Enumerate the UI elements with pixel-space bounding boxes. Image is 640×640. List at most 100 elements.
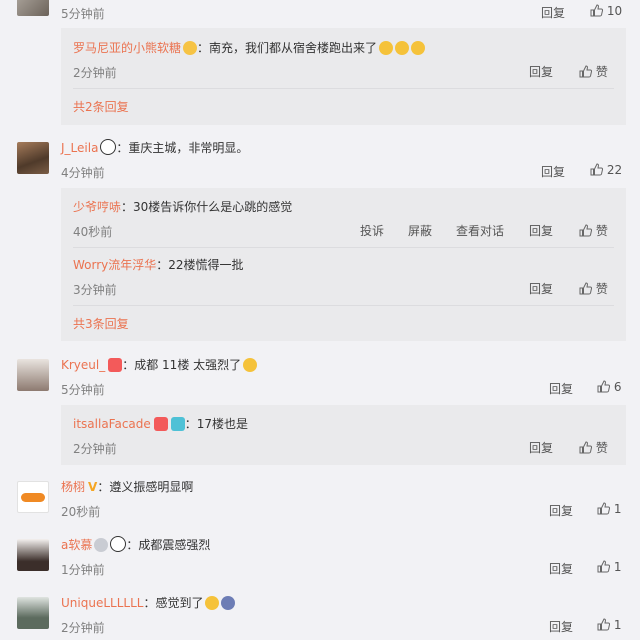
- thumbs-up-icon: [597, 618, 610, 631]
- laughing-emoji-icon: [243, 358, 258, 372]
- avatar[interactable]: [17, 359, 49, 391]
- reply-item: 罗马尼亚的小熊软糖 ：南充，我们都从宿舍楼跑出来了: [73, 39, 426, 56]
- comment-text: ：遵义振感明显啊: [97, 480, 194, 494]
- comment-content: UniqueLLLLLL：感觉到了: [61, 594, 236, 611]
- reply-button[interactable]: 回复: [541, 163, 565, 180]
- like-button[interactable]: 6: [597, 380, 621, 394]
- thumbs-up-icon: [597, 380, 610, 393]
- divider: [73, 305, 614, 306]
- reply-text: ：17楼也是: [184, 417, 249, 431]
- thumbs-up-icon: [590, 4, 603, 17]
- comment-time: 20秒前: [61, 505, 101, 519]
- panda-emoji-icon: [110, 536, 127, 552]
- reply-time: 40秒前: [73, 225, 113, 239]
- thumbs-up-icon: [579, 282, 592, 295]
- reply-time: 2分钟前: [73, 442, 117, 456]
- like-count: 1: [613, 560, 622, 574]
- divider: [73, 247, 614, 248]
- like-button[interactable]: 1: [597, 560, 621, 574]
- medal-icon: [94, 538, 109, 552]
- avatar[interactable]: [17, 597, 49, 629]
- comment-time: 4分钟前: [61, 166, 105, 180]
- avatar[interactable]: [17, 0, 49, 16]
- reply-username[interactable]: 少爷哼哧: [73, 200, 121, 214]
- reply-button[interactable]: 回复: [529, 63, 553, 80]
- comment-time: 5分钟前: [61, 7, 105, 21]
- reply-time: 2分钟前: [73, 66, 117, 80]
- avatar[interactable]: [17, 481, 49, 513]
- comment-content: 杨栩 V：遵义振感明显啊: [61, 478, 193, 495]
- like-button[interactable]: 赞: [579, 63, 608, 80]
- comment-time: 5分钟前: [61, 383, 105, 397]
- comment-username[interactable]: UniqueLLLLLL: [61, 596, 143, 610]
- comment-username[interactable]: J_Leila: [61, 141, 98, 155]
- reply-username[interactable]: itsallaFacade: [73, 417, 151, 431]
- crying-emoji-icon: [379, 41, 394, 55]
- reply-box: [61, 405, 626, 465]
- reply-button[interactable]: 回复: [549, 502, 573, 519]
- comment-username[interactable]: Kryeul_: [61, 358, 105, 372]
- like-button[interactable]: 赞: [579, 280, 608, 297]
- like-button[interactable]: 22: [590, 163, 622, 177]
- comment-content: J_Leila ：重庆主城，非常明显。: [61, 139, 248, 156]
- view-conversation-button[interactable]: 查看对话: [456, 222, 504, 239]
- like-button[interactable]: 赞: [579, 439, 608, 456]
- like-button[interactable]: 1: [597, 502, 621, 516]
- reply-item: itsallaFacade ：17楼也是: [73, 415, 248, 432]
- reply-text: ：30楼告诉你什么是心跳的感觉: [121, 200, 293, 214]
- like-button[interactable]: 10: [590, 4, 622, 18]
- heart-badge-icon: [108, 358, 123, 372]
- crying-emoji-icon: [411, 41, 426, 55]
- reply-username[interactable]: Worry流年浮华: [73, 258, 156, 272]
- duck-emoji-icon: [183, 41, 198, 55]
- like-label: 赞: [595, 224, 608, 238]
- comment-text: ：重庆主城，非常明显。: [116, 141, 249, 155]
- like-label: 赞: [595, 65, 608, 79]
- reply-button[interactable]: 回复: [529, 222, 553, 239]
- thumbs-up-icon: [579, 65, 592, 78]
- comment-content: a软慕 ：成都震感强烈: [61, 536, 210, 553]
- reply-username[interactable]: 罗马尼亚的小熊软糖: [73, 41, 181, 55]
- thumbs-up-icon: [597, 502, 610, 515]
- block-button[interactable]: 屏蔽: [408, 222, 432, 239]
- like-count: 1: [613, 618, 622, 632]
- reply-time: 3分钟前: [73, 283, 117, 297]
- like-label: 赞: [595, 441, 608, 455]
- like-button[interactable]: 赞: [579, 222, 608, 239]
- tearful-emoji-icon: [205, 596, 220, 610]
- avatar[interactable]: [17, 539, 49, 571]
- view-more-replies[interactable]: 共3条回复: [73, 315, 129, 332]
- comment-time: 1分钟前: [61, 563, 105, 577]
- like-count: 6: [613, 380, 622, 394]
- reply-button[interactable]: 回复: [549, 560, 573, 577]
- heart-badge-icon: [153, 417, 168, 431]
- reply-button[interactable]: 回复: [529, 439, 553, 456]
- comment-text: ：成都 11楼 太强烈了: [122, 358, 242, 372]
- comment-time: 2分钟前: [61, 621, 105, 635]
- comment-text: ：成都震感强烈: [126, 538, 211, 552]
- like-count: 1: [613, 502, 622, 516]
- verified-icon: V: [88, 480, 98, 494]
- reply-button[interactable]: 回复: [549, 618, 573, 635]
- thumbs-up-icon: [590, 163, 603, 176]
- comment-username[interactable]: 杨栩: [61, 480, 85, 494]
- report-button[interactable]: 投诉: [360, 222, 384, 239]
- reply-button[interactable]: 回复: [529, 280, 553, 297]
- reply-button[interactable]: 回复: [549, 380, 573, 397]
- comment-text: ：感觉到了: [143, 596, 204, 610]
- reply-button[interactable]: 回复: [541, 4, 565, 21]
- reply-text: ：南充，我们都从宿舍楼跑出来了: [197, 41, 378, 55]
- like-button[interactable]: 1: [597, 618, 621, 632]
- panda-emoji-icon: [100, 139, 117, 155]
- view-more-replies[interactable]: 共2条回复: [73, 98, 129, 115]
- thumbs-up-icon: [597, 560, 610, 573]
- thumbs-up-icon: [579, 441, 592, 454]
- brand-logo: [21, 493, 45, 502]
- comment-username[interactable]: a软慕: [61, 538, 92, 552]
- avatar[interactable]: [17, 142, 49, 174]
- reply-item: 少爷哼哧：30楼告诉你什么是心跳的感觉: [73, 198, 292, 215]
- reply-item: Worry流年浮华：22楼慌得一批: [73, 256, 244, 273]
- comment-content: Kryeul_ ：成都 11楼 太强烈了: [61, 356, 258, 373]
- person-emoji-icon: [221, 596, 236, 610]
- divider: [73, 88, 614, 89]
